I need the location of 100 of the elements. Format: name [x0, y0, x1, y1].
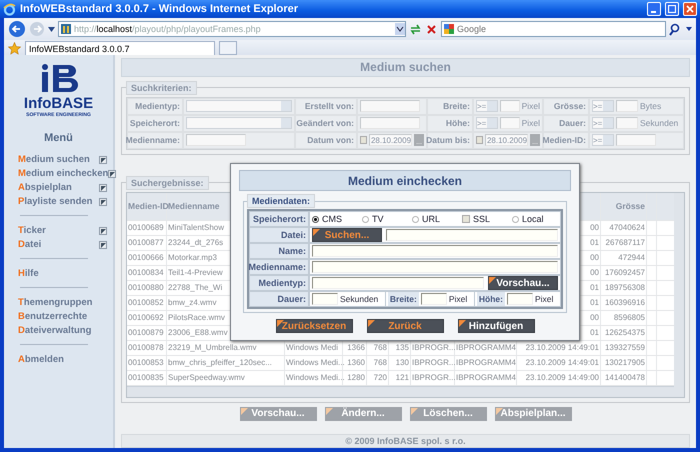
- dropdown-icon[interactable]: [48, 26, 55, 32]
- dropdown-field[interactable]: [186, 100, 292, 112]
- input-field[interactable]: [386, 229, 558, 241]
- table-cell: IBPROGRAMM4: [455, 370, 517, 384]
- dialog-button[interactable]: Zurück: [366, 319, 444, 333]
- close-icon[interactable]: [425, 22, 438, 36]
- menu-item[interactable]: Abspielplan: [18, 182, 72, 193]
- maximize-icon[interactable]: [665, 2, 679, 16]
- field-label: Dauer:: [249, 291, 309, 307]
- checkbox[interactable]: [476, 136, 483, 144]
- back-icon[interactable]: [8, 20, 26, 38]
- option-label: TV: [372, 214, 384, 224]
- menu-title: Menü: [44, 132, 73, 144]
- table-cell: 189756308: [601, 280, 647, 294]
- operator-dropdown[interactable]: >=: [592, 134, 614, 146]
- new-tab-button[interactable]: [219, 41, 237, 55]
- action-button[interactable]: Löschen...: [410, 406, 486, 420]
- field-label: Grösse:: [543, 98, 589, 115]
- browser-tab[interactable]: InfoWEBstandard 3.0.0.7: [25, 41, 215, 55]
- action-button[interactable]: Abspielplan...: [494, 406, 572, 420]
- menu-item[interactable]: Abmelden: [18, 354, 64, 365]
- checkbox[interactable]: [99, 156, 107, 164]
- input-field[interactable]: [616, 134, 656, 146]
- checkbox[interactable]: [360, 136, 367, 144]
- input-field[interactable]: [312, 293, 338, 305]
- table-cell: 47040624: [601, 220, 647, 234]
- radio-button[interactable]: [512, 216, 519, 222]
- refresh-icon[interactable]: [409, 22, 422, 36]
- radio-button[interactable]: [312, 216, 319, 222]
- menu-item[interactable]: Benutzerrechte: [18, 311, 88, 322]
- column-header: Grösse: [601, 192, 647, 220]
- search-field[interactable]: Google: [441, 21, 666, 37]
- horizontal-scrollbar[interactable]: [127, 386, 684, 396]
- menu-item[interactable]: Themengruppen: [18, 297, 92, 308]
- input-field[interactable]: [360, 100, 420, 112]
- action-button[interactable]: Ändern...: [324, 406, 402, 420]
- field-label: Medien-ID:: [543, 132, 589, 149]
- browse-button[interactable]: Suchen...: [312, 228, 382, 242]
- input-field[interactable]: [500, 100, 520, 112]
- favorites-star-icon[interactable]: [8, 42, 21, 55]
- input-field[interactable]: [312, 245, 558, 257]
- input-field[interactable]: [312, 261, 558, 273]
- page-title: Medium suchen: [121, 58, 690, 77]
- date-field[interactable]: 28.10.2009: [368, 134, 412, 146]
- table-cell: SuperSpeedway.wmv: [167, 370, 285, 384]
- menu-item[interactable]: Ticker: [18, 225, 46, 236]
- menu-item[interactable]: Playliste senden: [18, 196, 92, 207]
- input-field[interactable]: [506, 293, 533, 305]
- operator-dropdown[interactable]: >=: [592, 100, 614, 112]
- unit-label: Pixel: [522, 118, 540, 128]
- radio-button[interactable]: [412, 216, 419, 222]
- table-cell: 130: [389, 356, 411, 370]
- unit-label: Sekunden: [340, 294, 380, 304]
- input-field[interactable]: [616, 117, 638, 130]
- input-field[interactable]: [420, 293, 447, 305]
- option-label: URL: [422, 214, 440, 224]
- checkbox[interactable]: [462, 215, 470, 223]
- menu-item[interactable]: Medium suchen: [18, 154, 90, 165]
- table-cell: 00100878: [127, 340, 167, 354]
- operator-dropdown[interactable]: >=: [592, 117, 614, 130]
- menu-item[interactable]: Medium einchecken: [18, 168, 108, 179]
- field-label: Datum von:: [295, 132, 357, 149]
- table-cell: IBPROGRAMM4: [455, 356, 517, 370]
- dropdown-icon[interactable]: [686, 27, 692, 31]
- section-title: Suchkriterien:: [126, 80, 197, 95]
- dialog-button[interactable]: Zurücksetzen: [276, 319, 352, 333]
- checkbox[interactable]: [99, 240, 107, 248]
- input-field[interactable]: [500, 117, 520, 130]
- checkbox[interactable]: [99, 198, 107, 206]
- operator-dropdown[interactable]: >=: [476, 117, 498, 130]
- dropdown-icon[interactable]: [395, 23, 405, 35]
- table-cell: 472944: [601, 250, 647, 264]
- radio-button[interactable]: [362, 216, 369, 222]
- action-button[interactable]: Vorschau...: [240, 406, 316, 420]
- dialog-button[interactable]: Hinzufügen: [458, 319, 534, 333]
- field-label: Dauer:: [543, 114, 589, 132]
- table-cell: 8596805: [601, 310, 647, 324]
- menu-item[interactable]: Datei: [18, 239, 42, 250]
- checkbox[interactable]: [99, 226, 107, 234]
- close-icon[interactable]: [683, 2, 697, 16]
- checkbox[interactable]: [99, 184, 107, 192]
- menu-item[interactable]: Dateiverwaltung: [18, 325, 92, 336]
- date-field[interactable]: 28.10.2009: [484, 134, 528, 146]
- minimize-icon[interactable]: [647, 2, 661, 16]
- input-field[interactable]: [616, 100, 638, 112]
- field-label: Speicherort:: [249, 211, 309, 227]
- field-label: Datei:: [249, 227, 309, 243]
- preview-button[interactable]: Vorschau...: [488, 276, 558, 290]
- input-field[interactable]: [312, 277, 484, 289]
- field-label: Medienname:: [127, 132, 183, 149]
- menu-item[interactable]: Hilfe: [18, 268, 39, 279]
- column-header: Medien-ID: [127, 192, 167, 220]
- input-field[interactable]: [186, 134, 246, 146]
- input-field[interactable]: [360, 117, 420, 130]
- dropdown-field[interactable]: [186, 117, 292, 130]
- unit-label: Bytes: [640, 101, 662, 112]
- table-cell: IBPROGR...: [411, 356, 455, 370]
- checkbox[interactable]: [108, 170, 116, 178]
- address-field[interactable]: http://localhost/playout/php/playoutFrames.php: [58, 21, 406, 37]
- operator-dropdown[interactable]: >=: [476, 100, 498, 112]
